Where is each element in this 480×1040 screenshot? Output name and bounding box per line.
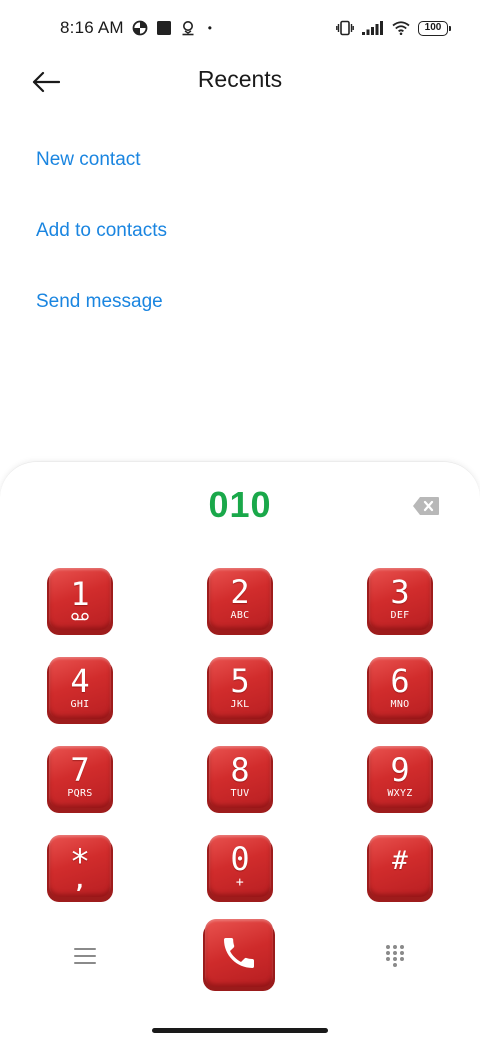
key-letters: TUV [230, 788, 250, 799]
vibrate-icon [336, 20, 354, 36]
backspace-icon [413, 497, 439, 515]
phone-icon [224, 938, 254, 968]
key-letters: , [73, 869, 87, 894]
backspace-button[interactable] [412, 496, 440, 516]
key-3[interactable]: 3 DEF [367, 568, 433, 635]
key-2[interactable]: 2 ABC [207, 568, 273, 635]
key-7[interactable]: 7 PQRS [47, 746, 113, 813]
status-time: 8:16 AM [60, 18, 124, 37]
key-letters: JKL [230, 699, 250, 710]
menu-button[interactable] [74, 948, 96, 966]
add-to-contacts-link[interactable]: Add to contacts [36, 199, 167, 270]
key-digit: # [392, 846, 408, 876]
key-1[interactable]: 1 [47, 568, 113, 635]
dialer-panel: 010 1 2 ABC 3 DEF 4 GHI 5 JKL 6 MNO 7 PQ… [0, 462, 480, 1040]
key-letters: WXYZ [387, 788, 413, 799]
key-star[interactable]: * , [47, 835, 113, 902]
key-letters: + [235, 875, 245, 890]
square-notification-icon [156, 20, 172, 36]
notification-dot: • [207, 21, 212, 35]
key-0[interactable]: 0 + [207, 835, 273, 902]
user-pin-icon [180, 20, 196, 36]
key-digit: 2 [230, 573, 250, 611]
key-digit: 0 [230, 840, 250, 878]
key-letters: ABC [230, 610, 250, 621]
number-actions: New contact Add to contacts Send message [36, 128, 167, 341]
page-title: Recents [197, 66, 283, 92]
key-digit: 8 [230, 751, 250, 789]
menu-icon [74, 948, 96, 964]
header: Recents [0, 56, 480, 108]
data-saver-icon [132, 20, 148, 36]
key-digit: 4 [70, 662, 90, 700]
status-bar: 8:16 AM • 100 [0, 0, 480, 56]
battery-indicator: 100 [418, 20, 451, 36]
key-letters: DEF [390, 610, 410, 621]
dialpad-icon [386, 945, 404, 967]
key-letters: GHI [70, 699, 90, 710]
call-button[interactable] [203, 919, 275, 991]
dialed-number: 010 [208, 484, 272, 525]
key-4[interactable]: 4 GHI [47, 657, 113, 724]
key-hash[interactable]: # [367, 835, 433, 902]
key-digit: 9 [390, 751, 410, 789]
status-right: 100 [336, 20, 451, 36]
send-message-link[interactable]: Send message [36, 270, 167, 341]
key-6[interactable]: 6 MNO [367, 657, 433, 724]
signal-icon [362, 21, 384, 35]
key-letters: PQRS [67, 788, 93, 799]
wifi-icon [392, 21, 410, 35]
voicemail-icon [71, 612, 89, 620]
key-digit: 1 [70, 574, 90, 613]
key-9[interactable]: 9 WXYZ [367, 746, 433, 813]
key-digit: 7 [70, 751, 90, 789]
key-5[interactable]: 5 JKL [207, 657, 273, 724]
gesture-nav-handle[interactable] [152, 1028, 328, 1033]
key-8[interactable]: 8 TUV [207, 746, 273, 813]
key-letters: MNO [390, 699, 410, 710]
dialpad-toggle-button[interactable] [385, 944, 405, 968]
key-digit: 6 [390, 662, 410, 700]
status-left: 8:16 AM • [60, 18, 212, 38]
new-contact-link[interactable]: New contact [36, 128, 167, 199]
key-digit: 3 [390, 573, 410, 611]
key-digit: 5 [230, 662, 250, 700]
